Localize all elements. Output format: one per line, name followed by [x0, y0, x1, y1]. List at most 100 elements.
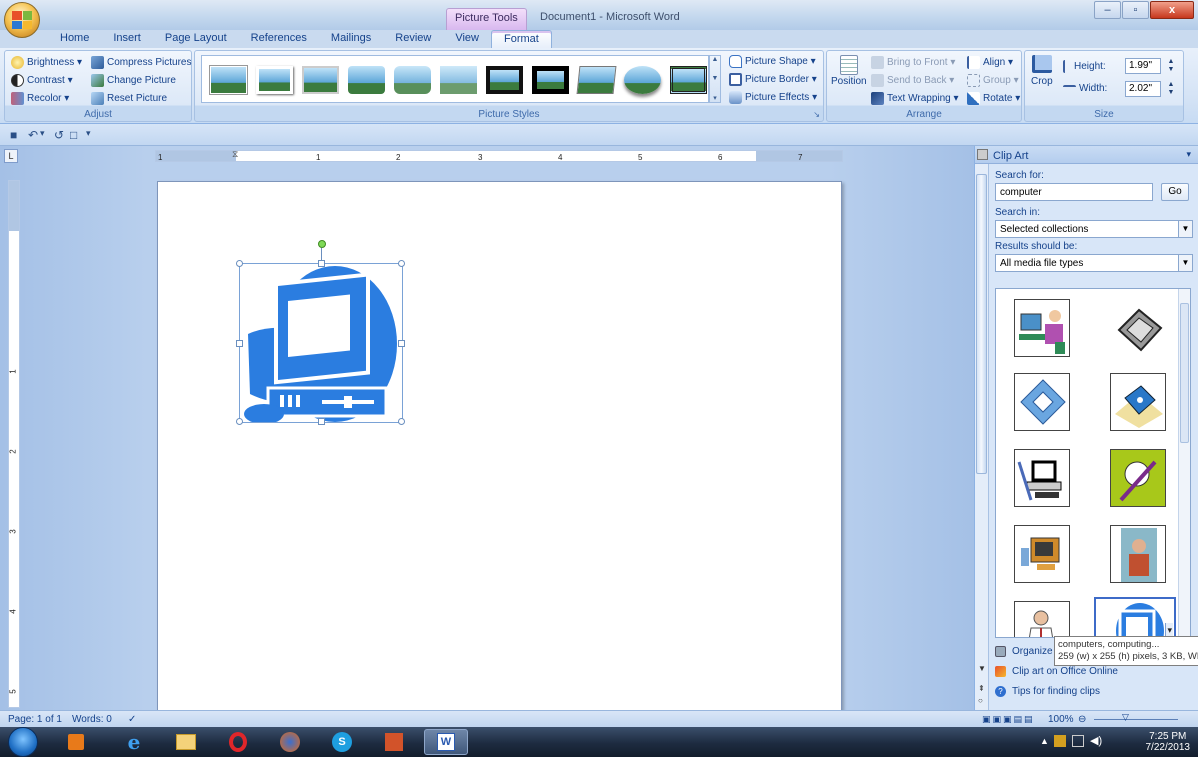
tab-references[interactable]: References: [239, 30, 319, 48]
skype-icon[interactable]: S: [320, 729, 364, 755]
picture-effects-button[interactable]: Picture Effects ▾: [729, 91, 817, 104]
contrast-button[interactable]: Contrast ▾: [11, 74, 73, 87]
tab-home[interactable]: Home: [48, 30, 101, 48]
style-thumb[interactable]: [440, 66, 477, 94]
undo-icon[interactable]: ↶: [28, 128, 38, 142]
style-thumb[interactable]: [670, 66, 707, 94]
dropdown-arrow-icon[interactable]: ▼: [1178, 221, 1192, 237]
resize-handle[interactable]: [236, 260, 243, 267]
resize-handle[interactable]: [318, 260, 325, 267]
align-button[interactable]: Align ▾: [967, 56, 1013, 69]
tab-selector-icon[interactable]: L: [4, 149, 18, 163]
dropdown-arrow-icon[interactable]: ▼: [1178, 255, 1192, 271]
style-thumb[interactable]: [486, 66, 523, 94]
gallery-down-icon[interactable]: ▼: [712, 75, 719, 82]
zoom-level[interactable]: 100%: [1048, 714, 1074, 725]
document-page[interactable]: [157, 181, 842, 711]
send-to-back-button[interactable]: Send to Back ▾: [871, 74, 954, 87]
gallery-more-icon[interactable]: ▾: [713, 94, 717, 102]
resize-handle[interactable]: [398, 340, 405, 347]
width-input[interactable]: 2.02": [1125, 81, 1161, 97]
results-scrollbar[interactable]: [1178, 289, 1190, 637]
tips-link[interactable]: ? Tips for finding clips: [995, 686, 1100, 697]
word-count[interactable]: Words: 0: [72, 714, 112, 725]
powerpoint-icon[interactable]: [372, 729, 416, 755]
rotate-handle[interactable]: [318, 240, 326, 248]
start-button[interactable]: [8, 727, 38, 757]
style-thumb[interactable]: [576, 66, 617, 94]
picture-border-button[interactable]: Picture Border ▾: [729, 73, 817, 86]
style-thumb[interactable]: [302, 66, 339, 94]
tab-page-layout[interactable]: Page Layout: [153, 30, 239, 48]
show-hidden-icons-icon[interactable]: ▲: [1040, 736, 1049, 746]
picture-shape-button[interactable]: Picture Shape ▾: [729, 55, 816, 68]
clip-result-item[interactable]: [1014, 373, 1070, 431]
clip-result-item-selected[interactable]: ▾: [1094, 597, 1176, 637]
media-player-icon[interactable]: [54, 729, 98, 755]
indent-marker-icon[interactable]: ⧖: [232, 149, 238, 160]
proofing-icon[interactable]: ✓: [128, 714, 136, 725]
redo-icon[interactable]: ↺: [54, 128, 64, 142]
new-document-icon[interactable]: □: [70, 128, 77, 142]
dialog-launcher-icon[interactable]: ↘: [813, 110, 820, 119]
search-for-input[interactable]: computer: [995, 183, 1153, 201]
tab-insert[interactable]: Insert: [101, 30, 153, 48]
clip-result-item[interactable]: [1014, 299, 1070, 357]
compress-pictures-button[interactable]: Compress Pictures: [91, 56, 191, 69]
height-spinner[interactable]: ▲ ▼: [1165, 58, 1177, 74]
scroll-down-icon[interactable]: ▼: [978, 664, 986, 673]
position-button[interactable]: Position: [831, 55, 867, 87]
style-thumb[interactable]: [394, 66, 431, 94]
style-thumb[interactable]: [348, 66, 385, 94]
clip-result-item[interactable]: [1110, 525, 1166, 583]
clip-result-item[interactable]: [1014, 449, 1070, 507]
resize-handle[interactable]: [398, 260, 405, 267]
opera-icon[interactable]: [216, 729, 260, 755]
minimize-button[interactable]: –: [1094, 1, 1121, 19]
zoom-slider-thumb-icon[interactable]: ▽: [1122, 712, 1129, 723]
resize-handle[interactable]: [236, 340, 243, 347]
restore-button[interactable]: ▫: [1122, 1, 1149, 19]
office-button[interactable]: [4, 2, 40, 38]
gallery-scroll[interactable]: ▲ ▼ ▾: [709, 55, 721, 103]
style-thumb[interactable]: [256, 66, 293, 94]
style-thumb[interactable]: [624, 66, 661, 94]
scrollbar-thumb[interactable]: [976, 174, 987, 474]
style-thumb[interactable]: [532, 66, 569, 94]
clip-result-item[interactable]: [1110, 299, 1166, 357]
prev-page-icon[interactable]: ⇞: [978, 684, 985, 693]
page-count[interactable]: Page: 1 of 1: [8, 714, 62, 725]
height-input[interactable]: 1.99": [1125, 58, 1161, 74]
action-center-flag-icon[interactable]: [1054, 735, 1066, 747]
pane-options-icon[interactable]: ▾: [1186, 149, 1191, 160]
internet-explorer-icon[interactable]: e: [112, 729, 156, 755]
undo-dropdown-icon[interactable]: ▾: [40, 128, 45, 139]
word-taskbar-icon[interactable]: W: [424, 729, 468, 755]
style-thumb[interactable]: [210, 66, 247, 94]
clip-result-item[interactable]: [1110, 449, 1166, 507]
clock[interactable]: 7:25 PM 7/22/2013: [1146, 731, 1191, 753]
group-button[interactable]: Group ▾: [967, 74, 1019, 87]
clip-result-item[interactable]: [1014, 525, 1070, 583]
vertical-ruler[interactable]: 1 2 3 4 5: [8, 180, 20, 708]
width-spinner[interactable]: ▲ ▼: [1165, 81, 1177, 97]
resize-handle[interactable]: [398, 418, 405, 425]
bring-to-front-button[interactable]: Bring to Front ▾: [871, 56, 955, 69]
customize-qat-icon[interactable]: ▾: [86, 128, 91, 139]
horizontal-ruler[interactable]: 1 1 2 3 4 5 6 7 ⧖: [155, 149, 843, 162]
document-vertical-scrollbar[interactable]: ▼ ⇞ ○: [975, 164, 989, 710]
tab-review[interactable]: Review: [383, 30, 443, 48]
view-buttons-icon[interactable]: ▣▣▣▤▤: [982, 714, 1035, 725]
text-wrapping-button[interactable]: Text Wrapping ▾: [871, 92, 959, 105]
brightness-button[interactable]: Brightness ▾: [11, 56, 82, 69]
tab-format[interactable]: Format: [491, 30, 552, 48]
zoom-out-icon[interactable]: ⊖: [1078, 714, 1086, 725]
results-scrollbar-thumb[interactable]: [1180, 303, 1189, 443]
save-icon[interactable]: ■: [10, 128, 17, 142]
results-type-dropdown[interactable]: All media file types ▼: [995, 254, 1193, 272]
tab-mailings[interactable]: Mailings: [319, 30, 383, 48]
close-button[interactable]: x: [1150, 1, 1194, 19]
organize-clips-link[interactable]: Organize c: [995, 646, 1060, 657]
tab-view[interactable]: View: [443, 30, 491, 48]
gallery-up-icon[interactable]: ▲: [712, 56, 719, 63]
